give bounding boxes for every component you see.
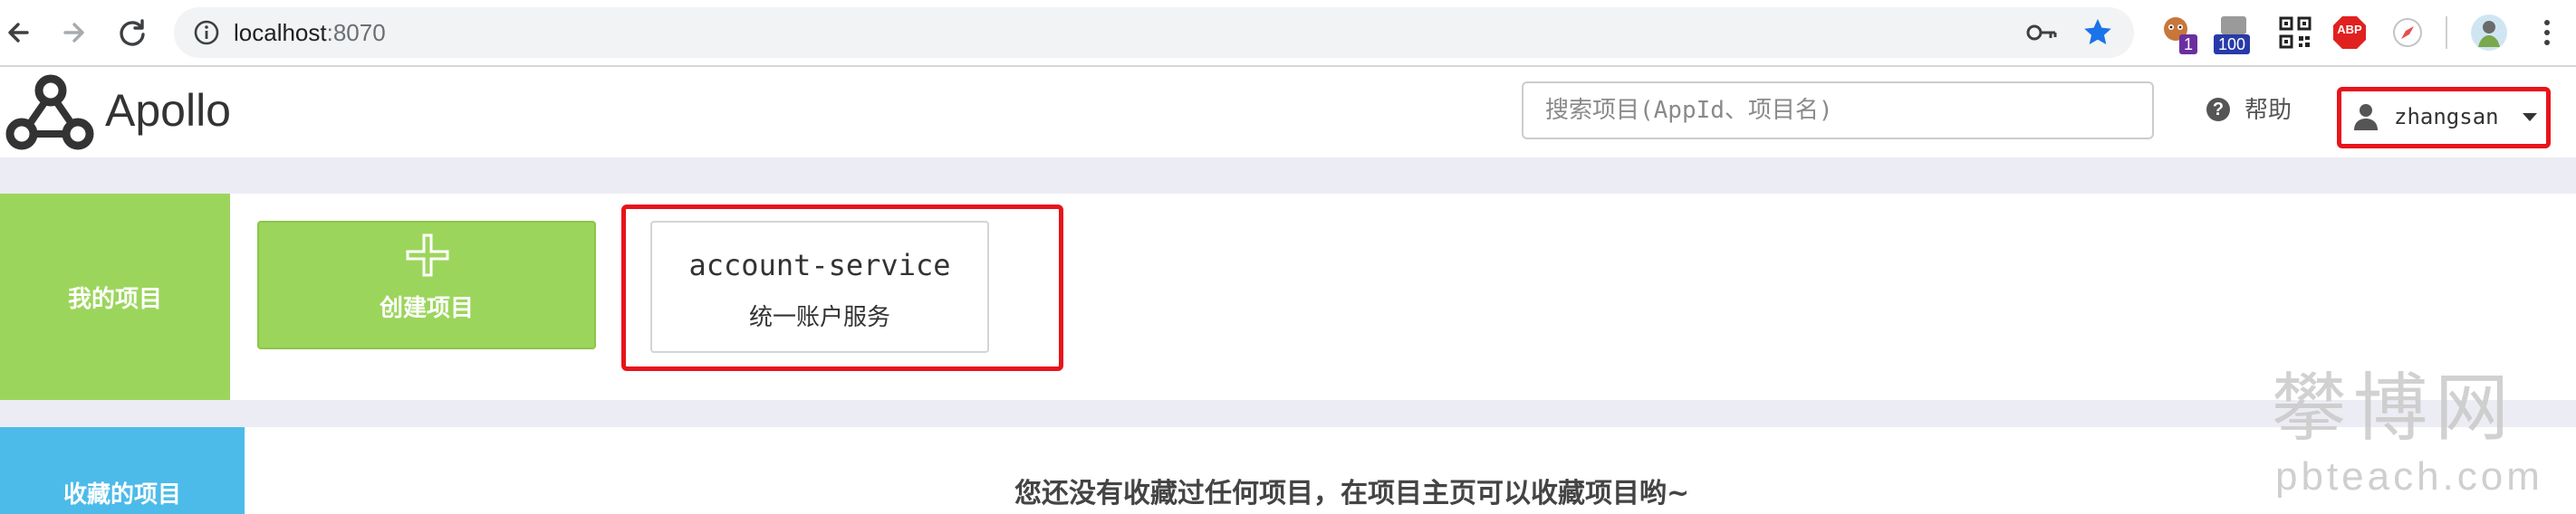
toolbar-divider [2446, 16, 2447, 49]
back-icon[interactable] [0, 13, 40, 52]
question-circle-icon: ? [2206, 98, 2230, 121]
create-project-button[interactable]: 创建项目 [257, 221, 596, 349]
reload-icon[interactable] [112, 13, 152, 52]
brand-name[interactable]: Apollo [105, 83, 231, 138]
key-icon[interactable] [2025, 18, 2058, 47]
project-search-input[interactable] [1522, 81, 2154, 139]
app-header: Apollo ? 帮助 zhangsan [0, 67, 2576, 157]
favorites-empty-message: 您还没有收藏过任何项目，在项目主页可以收藏项目哟~ [1014, 478, 1690, 509]
my-projects-label-text: 我的项目 [67, 285, 162, 313]
my-projects-section: 我的项目 创建项目 account-service 统一账户服务 [0, 194, 2576, 400]
address-bar[interactable]: localhost:8070 [174, 7, 2134, 58]
counter-extension-icon[interactable]: 100 [2214, 13, 2254, 54]
create-project-label: 创建项目 [379, 295, 474, 322]
profile-avatar-icon[interactable] [2469, 13, 2509, 52]
browser-toolbar: localhost:8070 1 100 ABP [0, 0, 2576, 67]
project-app-id: account-service [688, 248, 951, 282]
compass-extension-icon[interactable] [2388, 13, 2427, 52]
tampermonkey-extension-icon[interactable]: 1 [2159, 13, 2199, 54]
user-dropdown[interactable]: zhangsan [2337, 87, 2551, 148]
project-card[interactable]: account-service 统一账户服务 [650, 221, 989, 353]
counter-badge: 100 [2214, 34, 2251, 54]
tampermonkey-badge: 1 [2179, 34, 2198, 54]
url-port: :8070 [326, 19, 386, 46]
abp-label: ABP [2337, 23, 2362, 36]
qr-code-icon[interactable] [2275, 13, 2315, 52]
watermark-cn: 攀博网 [2272, 366, 2517, 452]
apollo-logo-icon[interactable] [5, 72, 96, 154]
my-projects-label: 我的项目 [0, 194, 230, 400]
plus-icon [406, 233, 449, 277]
project-name: 统一账户服务 [748, 304, 890, 331]
favorites-label: 收藏的项目 [0, 427, 245, 514]
help-label: 帮助 [2244, 97, 2292, 124]
url-host: localhost [234, 19, 327, 46]
favorites-section: 收藏的项目 您还没有收藏过任何项目，在项目主页可以收藏项目哟~ [0, 427, 2576, 514]
url-text[interactable]: localhost:8070 [234, 18, 386, 47]
chevron-down-icon [2523, 113, 2537, 121]
watermark-en: pbteach.com [2275, 454, 2543, 499]
site-info-icon[interactable] [192, 18, 221, 47]
user-icon [2354, 104, 2378, 130]
forward-icon[interactable] [54, 13, 94, 52]
username-label: zhangsan [2394, 104, 2499, 129]
bookmark-star-icon[interactable] [2081, 16, 2114, 49]
browser-menu-icon[interactable] [2527, 13, 2567, 52]
adblock-plus-icon[interactable]: ABP [2330, 13, 2369, 52]
